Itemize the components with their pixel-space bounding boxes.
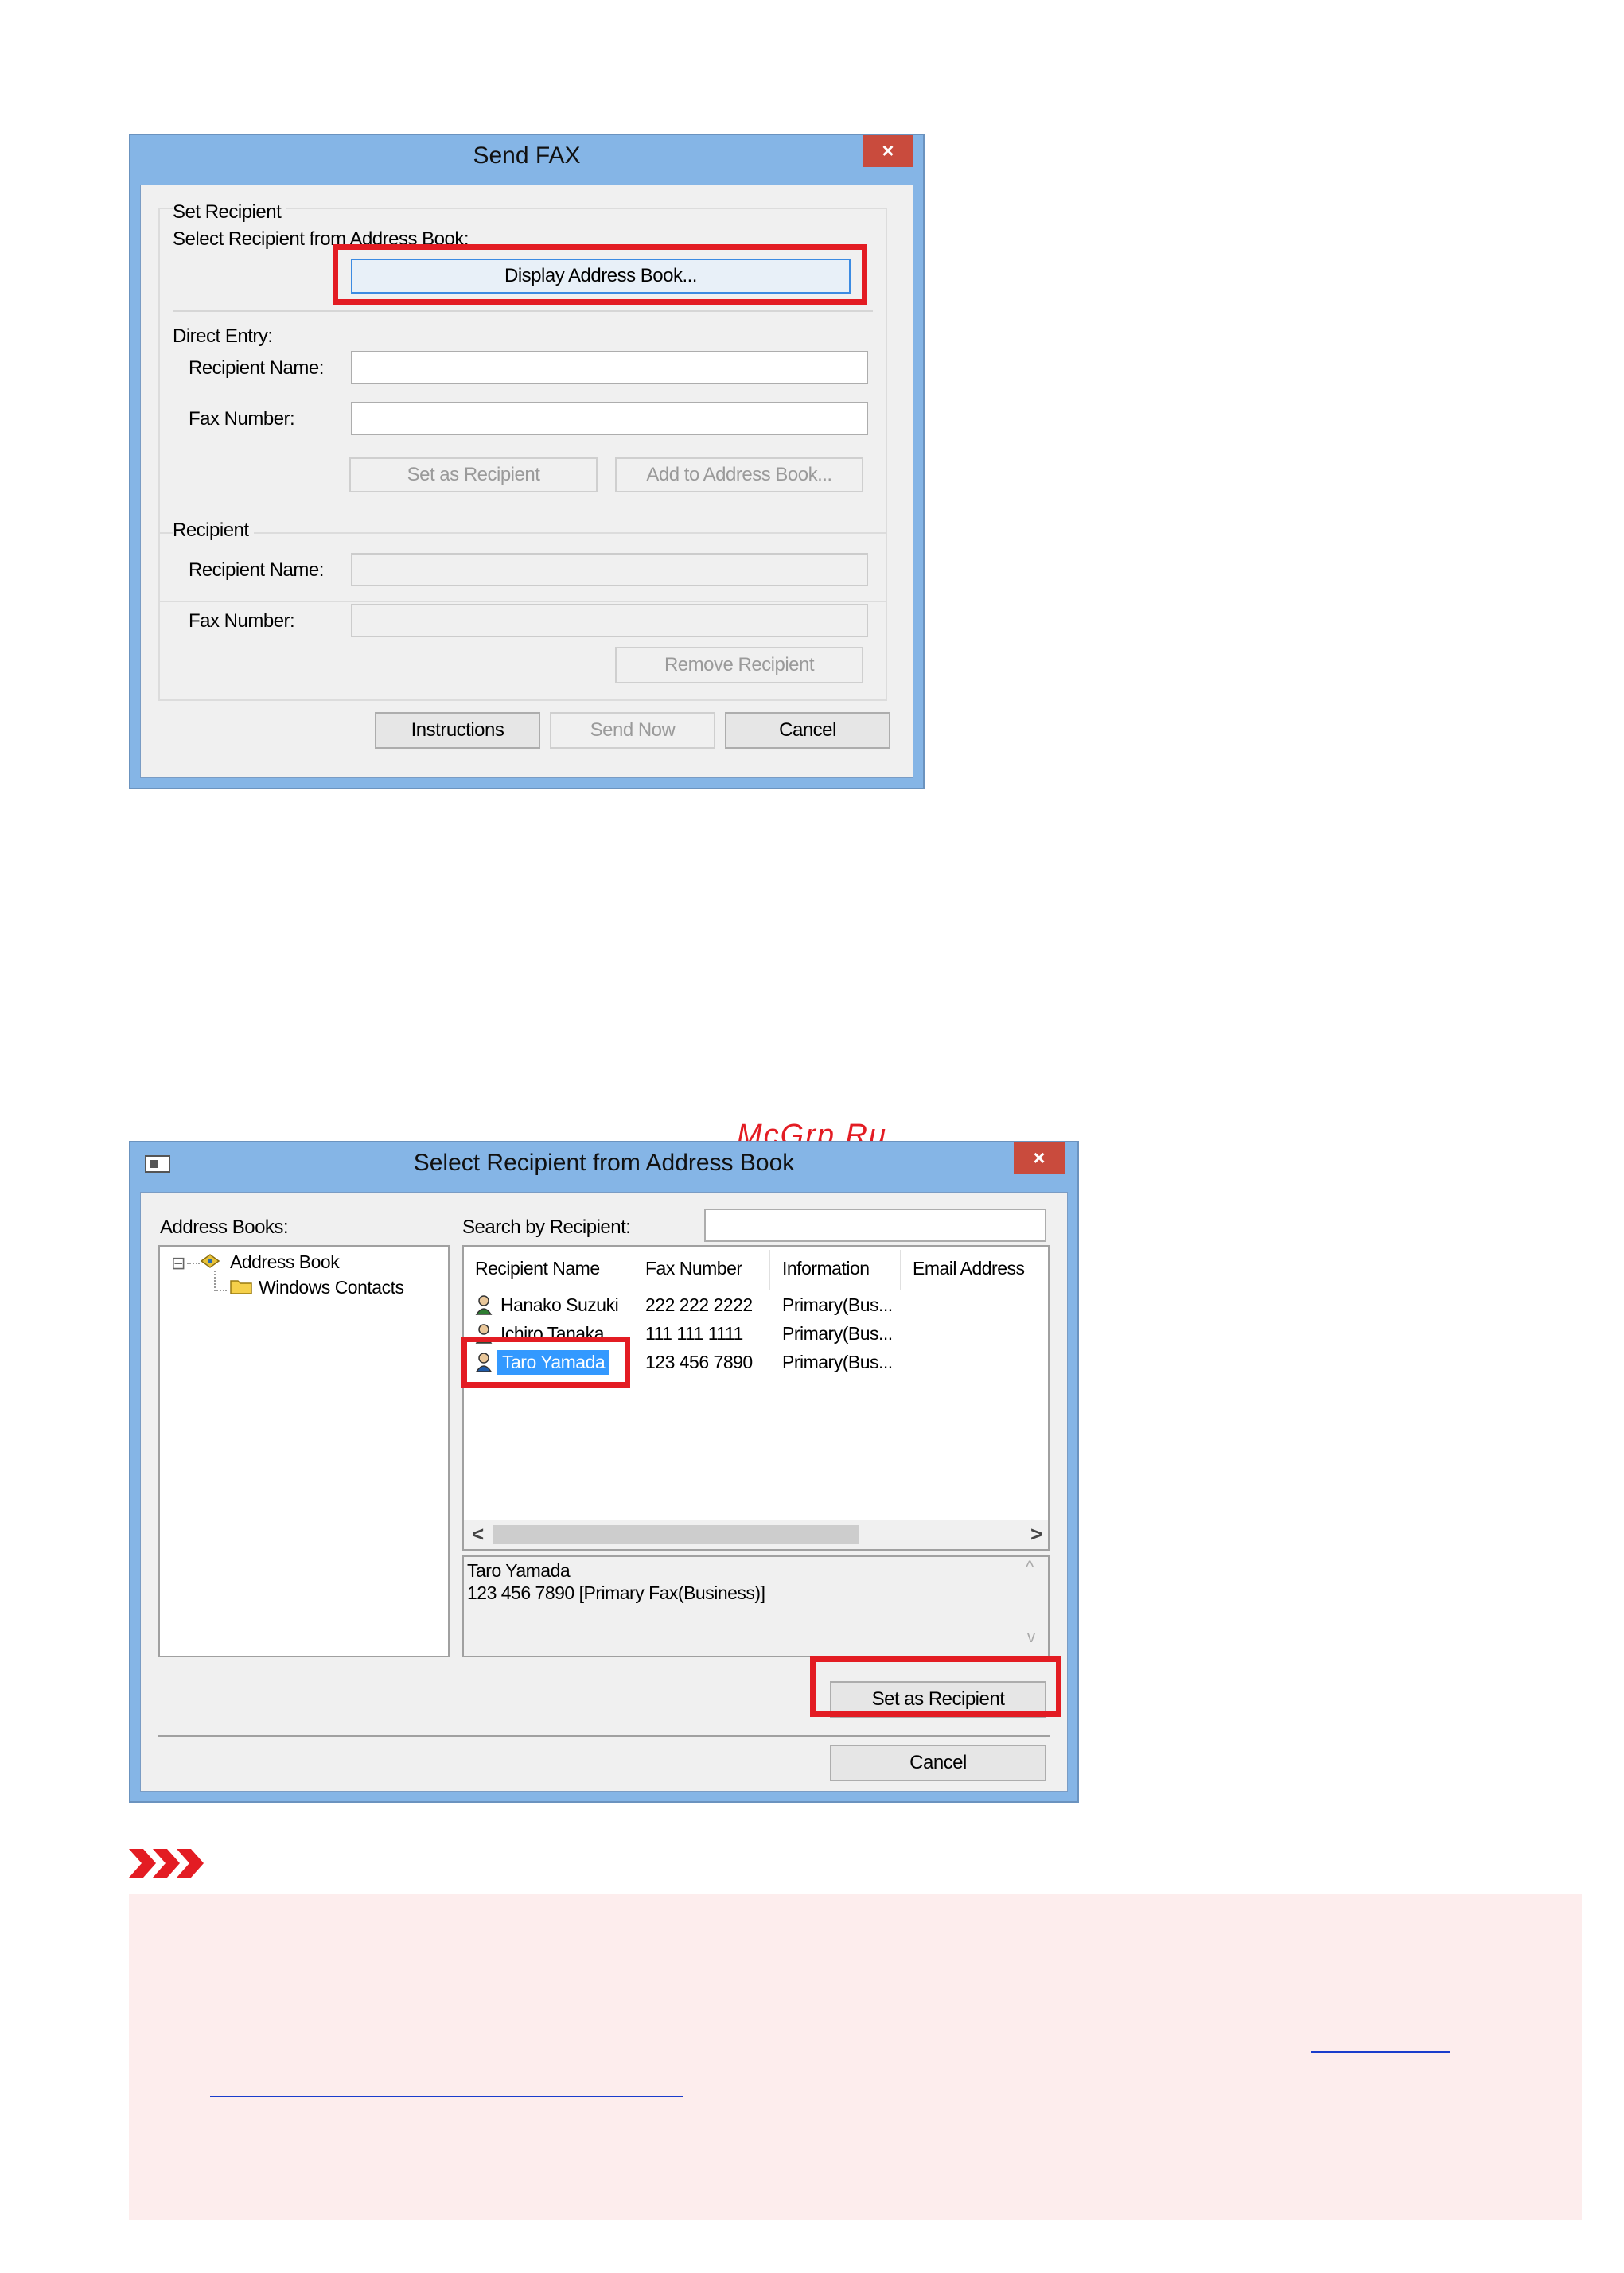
search-by-recipient-label: Search by Recipient: [462,1216,631,1238]
fax-number-cell: 123 456 7890 [645,1352,753,1372]
table-row[interactable]: Hanako Suzuki 222 222 2222 Primary(Bus..… [464,1291,1048,1320]
note-link-line2[interactable] [210,2096,683,2097]
column-header-email-address[interactable]: Email Address [913,1258,1025,1279]
address-book-close-button[interactable]: × [1014,1142,1065,1174]
send-fax-close-button[interactable]: × [863,135,913,167]
search-input[interactable] [704,1209,1046,1242]
cancel-button[interactable]: Cancel [830,1745,1046,1781]
detail-fax: 123 456 7890 [Primary Fax(Business)] [467,1582,765,1603]
tree-item-windows-contacts[interactable]: Windows Contacts [259,1277,404,1298]
address-book-title: Select Recipient from Address Book [413,1150,795,1176]
scroll-left-arrow-icon[interactable]: < [472,1522,484,1547]
set-recipient-label: Set Recipient [173,201,286,224]
tree-expander-icon[interactable]: ⊟ [171,1253,185,1274]
remove-recipient-button[interactable]: Remove Recipient [615,647,863,683]
column-header-fax-number[interactable]: Fax Number [645,1258,742,1279]
contact-person-icon [475,1295,493,1315]
information-cell: Primary(Bus... [782,1294,893,1315]
recipient-name-label-2: Recipient Name: [189,559,324,581]
fax-number-label: Fax Number: [189,408,295,430]
details-scroll-down-icon[interactable]: v [1027,1629,1035,1647]
important-chevrons-icon [129,1847,205,1879]
information-cell: Primary(Bus... [782,1352,893,1372]
address-books-label: Address Books: [160,1216,289,1238]
fax-number-display [351,604,868,637]
fax-number-label-2: Fax Number: [189,610,295,632]
column-header-information[interactable]: Information [782,1258,870,1279]
cancel-button[interactable]: Cancel [725,712,890,749]
add-to-address-book-button[interactable]: Add to Address Book... [615,457,863,492]
display-address-book-highlight [333,244,867,305]
set-as-recipient-button[interactable]: Set as Recipient [349,457,598,492]
recipient-group-label: Recipient [173,520,254,542]
recipient-name-display [351,553,868,586]
recipient-name-cell: Hanako Suzuki [500,1294,619,1315]
send-fax-window: Send FAX × Set Recipient Select Recipien… [129,134,925,789]
taro-yamada-highlight [461,1337,630,1388]
folder-icon [230,1279,252,1294]
fax-number-cell: 111 111 1111 [645,1323,743,1344]
column-header-recipient-name[interactable]: Recipient Name [475,1258,600,1279]
information-cell: Primary(Bus... [782,1323,893,1344]
column-divider [769,1250,770,1290]
recipient-list: Recipient Name Fax Number Information Em… [462,1245,1050,1551]
fax-number-cell: 222 222 2222 [645,1294,753,1315]
details-scroll-up-icon[interactable]: ^ [1026,1557,1034,1578]
recipient-name-label: Recipient Name: [189,357,324,379]
tree-connector [187,1263,200,1264]
detail-name: Taro Yamada [467,1560,571,1581]
scroll-right-arrow-icon[interactable]: > [1030,1522,1042,1547]
recipient-details: Taro Yamada 123 456 7890 [Primary Fax(Bu… [462,1555,1050,1657]
send-fax-title: Send FAX [473,142,581,169]
note-link-line1[interactable] [1311,2051,1450,2053]
direct-entry-label: Direct Entry: [173,325,273,347]
important-note-box [129,1894,1582,2220]
address-books-tree: ⊟ Address Book Windows Contacts [158,1245,450,1657]
instructions-button[interactable]: Instructions [375,712,540,749]
bottom-divider [158,1735,1050,1737]
tree-item-address-book[interactable]: Address Book [230,1251,340,1273]
scrollbar-thumb[interactable] [493,1525,859,1544]
direct-entry-divider [173,310,873,312]
horizontal-scrollbar[interactable]: < > [464,1520,1048,1549]
tree-branch-line [214,1271,227,1291]
column-divider [900,1250,901,1290]
send-now-button[interactable]: Send Now [550,712,715,749]
fax-number-input[interactable] [351,402,868,435]
set-as-recipient-highlight [810,1656,1061,1717]
recipient-name-input[interactable] [351,351,868,384]
address-book-icon [200,1253,220,1269]
